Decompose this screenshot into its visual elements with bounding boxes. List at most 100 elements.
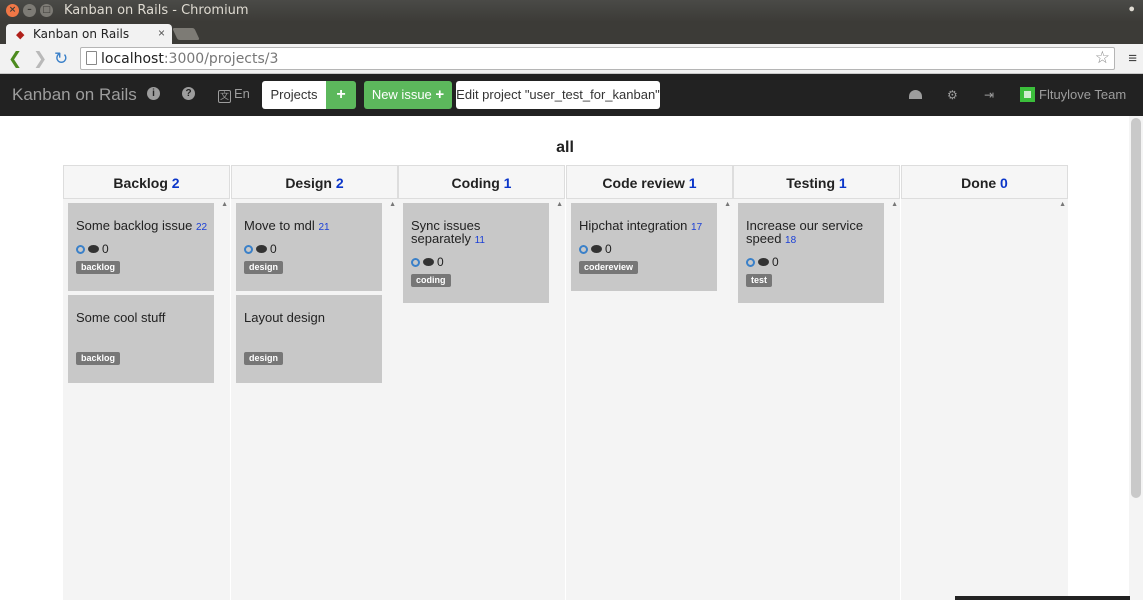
issue-label-badge: backlog: [76, 261, 121, 274]
reload-button[interactable]: ↻: [54, 49, 68, 69]
column-scroll-up-icon[interactable]: ▲: [724, 201, 731, 208]
comment-count: 0: [605, 242, 612, 256]
column-count: 1: [838, 175, 847, 191]
new-issue-button[interactable]: New issue +: [364, 81, 452, 109]
column-name: Done: [961, 175, 997, 191]
add-project-button[interactable]: +: [326, 81, 356, 109]
comments-icon: [256, 245, 267, 253]
issue-card[interactable]: Some backlog issue 22 0 backlog: [68, 203, 214, 291]
issue-label-badge: codereview: [579, 261, 639, 274]
issue-title[interactable]: Increase our service speed 18: [746, 219, 878, 247]
logout-icon[interactable]: ⇥: [984, 88, 994, 102]
column-count: 2: [335, 175, 344, 191]
column-coding: Coding 1 ▲ Sync issues separately 11 0 codin…: [398, 165, 565, 600]
issue-number[interactable]: 22: [196, 222, 207, 233]
team-menu[interactable]: Fltuylove Team: [1020, 87, 1126, 102]
browser-toolbar: ❮ ❯ ↻ localhost:3000/projects/3 ☆ ≡: [0, 44, 1143, 74]
comment-count: 0: [102, 242, 109, 256]
brand-link[interactable]: Kanban on Rails: [12, 85, 137, 105]
forward-button[interactable]: ❯: [33, 49, 47, 69]
issue-meta: 0: [746, 255, 779, 269]
issue-label-badge: test: [746, 274, 773, 287]
issue-card[interactable]: Layout design design: [236, 295, 382, 383]
issue-number[interactable]: 11: [475, 235, 485, 246]
os-title-bar: × – □ Kanban on Rails - Chromium ●: [0, 0, 1143, 22]
language-switch[interactable]: 文 En: [218, 86, 250, 103]
comment-count: 0: [270, 242, 277, 256]
issue-label-badge: design: [244, 352, 284, 365]
issue-number[interactable]: 18: [785, 235, 796, 246]
column-count: 1: [688, 175, 697, 191]
kanban-board: Backlog 2 ▲ Some backlog issue 22 0 backlog S…: [63, 165, 1068, 600]
comment-count: 0: [772, 255, 779, 269]
column-scroll-up-icon[interactable]: ▲: [389, 201, 396, 208]
column-scroll-up-icon[interactable]: ▲: [221, 201, 228, 208]
issue-meta: 0: [411, 255, 444, 269]
issue-meta: 0: [76, 242, 109, 256]
issue-card[interactable]: Sync issues separately 11 0 coding: [403, 203, 549, 303]
bookmark-star-icon[interactable]: ☆: [1095, 48, 1110, 68]
issue-number[interactable]: 21: [318, 222, 329, 233]
language-icon: 文: [218, 90, 231, 103]
comment-count: 0: [437, 255, 444, 269]
browser-menu-icon[interactable]: ≡: [1128, 50, 1137, 67]
column-scroll-up-icon[interactable]: ▲: [891, 201, 898, 208]
column-count: 0: [1000, 175, 1008, 191]
github-icon[interactable]: [76, 245, 85, 254]
column-header: Coding 1: [398, 165, 565, 199]
column-name: Coding: [451, 175, 500, 191]
github-icon[interactable]: [411, 258, 420, 267]
column-testing: Testing 1 ▲ Increase our service speed 18 0…: [733, 165, 900, 600]
address-bar[interactable]: localhost:3000/projects/3 ☆: [80, 47, 1115, 70]
issue-card[interactable]: Hipchat integration 17 0 codereview: [571, 203, 717, 291]
help-icon[interactable]: ?: [182, 87, 195, 100]
edit-project-button[interactable]: Edit project "user_test_for_kanban": [456, 81, 660, 109]
issue-card[interactable]: Some cool stuff backlog: [68, 295, 214, 383]
issue-title[interactable]: Hipchat integration 17: [579, 219, 711, 234]
users-settings-icon[interactable]: ⚙: [947, 88, 958, 102]
github-icon[interactable]: [579, 245, 588, 254]
info-icon[interactable]: i: [147, 87, 160, 100]
page-scrollbar-thumb[interactable]: [1131, 118, 1141, 498]
issue-card[interactable]: Increase our service speed 18 0 test: [738, 203, 884, 303]
issue-number[interactable]: 17: [691, 222, 702, 233]
window-minimize-button[interactable]: –: [23, 4, 36, 17]
page-icon: [86, 51, 97, 65]
column-header: Code review 1: [566, 165, 733, 199]
issue-title[interactable]: Some cool stuff: [76, 311, 208, 324]
projects-button[interactable]: Projects: [262, 81, 326, 109]
column-design: Design 2 ▲ Move to mdl 21 0 design Layout des…: [231, 165, 398, 600]
comments-icon: [423, 258, 434, 266]
new-tab-button[interactable]: [172, 28, 200, 40]
column-header: Backlog 2: [63, 165, 230, 199]
comments-icon: [591, 245, 602, 253]
column-scroll-up-icon[interactable]: ▲: [1059, 201, 1066, 208]
browser-tab-strip: ◆ Kanban on Rails × ▲: [0, 22, 1143, 60]
github-icon[interactable]: [244, 245, 253, 254]
page-scrollbar[interactable]: [1129, 116, 1143, 600]
issue-card[interactable]: Move to mdl 21 0 design: [236, 203, 382, 291]
team-avatar: [1020, 87, 1035, 102]
column-code-review: Code review 1 ▲ Hipchat integration 17 0 cod…: [566, 165, 733, 600]
tab-close-icon[interactable]: ×: [158, 26, 165, 40]
board-filter-title: all: [556, 139, 574, 156]
column-scroll-up-icon[interactable]: ▲: [556, 201, 563, 208]
dashboard-icon[interactable]: [909, 90, 922, 99]
issue-label-badge: coding: [411, 274, 451, 287]
issue-title[interactable]: Sync issues separately 11: [411, 219, 543, 247]
browser-tab[interactable]: ◆ Kanban on Rails ×: [6, 24, 172, 44]
url-text[interactable]: localhost:3000/projects/3: [101, 51, 278, 67]
issue-title[interactable]: Layout design: [244, 311, 376, 324]
app-navbar: Kanban on Rails i ? 文 En Projects + New i…: [0, 74, 1143, 116]
issue-label-badge: design: [244, 261, 284, 274]
github-icon[interactable]: [746, 258, 755, 267]
column-header: Done 0: [901, 165, 1068, 199]
bottom-edge-bar: [955, 596, 1130, 600]
issue-meta: 0: [244, 242, 277, 256]
issue-title[interactable]: Some backlog issue 22: [76, 219, 208, 234]
issue-title[interactable]: Move to mdl 21: [244, 219, 376, 234]
system-menu-icon[interactable]: ●: [1128, 3, 1135, 15]
window-close-button[interactable]: ×: [6, 4, 19, 17]
window-maximize-button[interactable]: □: [40, 4, 53, 17]
back-button[interactable]: ❮: [8, 49, 22, 69]
